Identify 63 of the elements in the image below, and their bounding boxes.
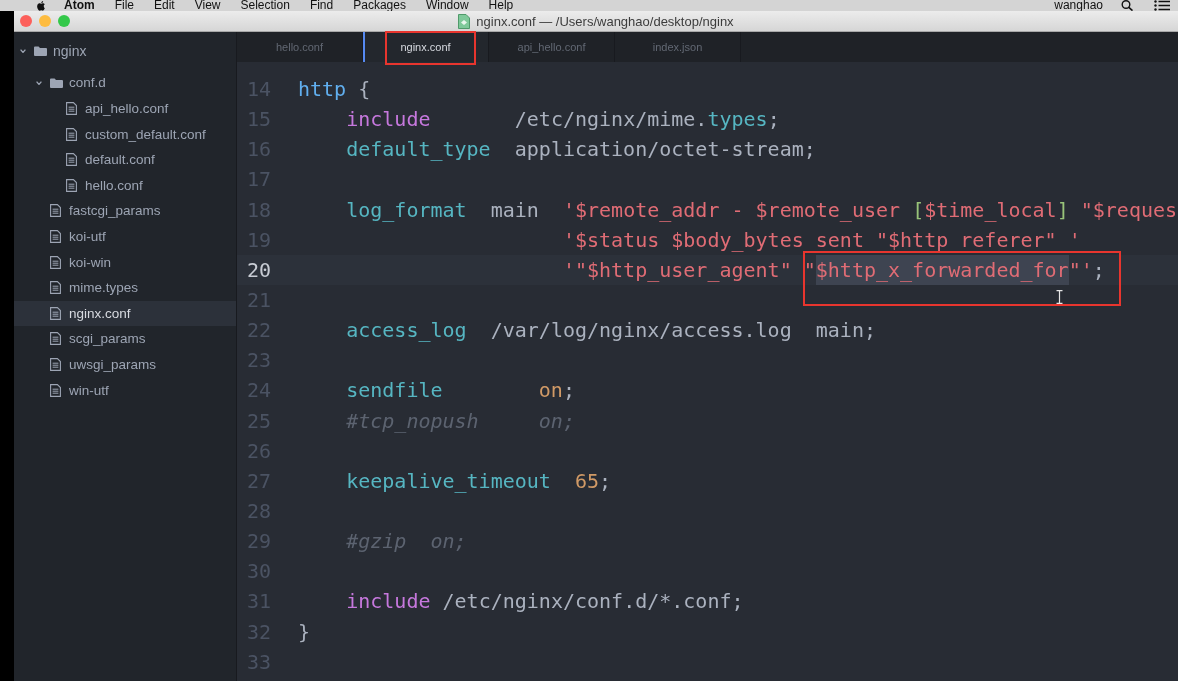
tree-item[interactable]: fastcgi_params [14, 198, 236, 224]
menu-item[interactable]: Packages [353, 0, 406, 11]
tree-item[interactable]: uwsgi_params [14, 351, 236, 378]
code-text: http { [298, 76, 371, 103]
menu-item[interactable]: Find [309, 0, 334, 11]
menu-item[interactable]: Edit [154, 0, 175, 11]
folder-icon [50, 78, 63, 88]
tab[interactable]: nginx.conf [363, 32, 489, 62]
tree-item[interactable]: koi-utf [14, 223, 236, 250]
tree-item[interactable]: api_hello.conf [14, 95, 236, 122]
file-icon [50, 255, 61, 269]
file-icon [66, 127, 77, 141]
line-number: 20 [246, 257, 271, 282]
file-icon [50, 306, 61, 320]
code-text: access_log /var/log/nginx/access.log main; [346, 317, 876, 345]
code-text: } [298, 618, 311, 646]
file-icon [50, 281, 61, 295]
folder-icon [34, 46, 47, 56]
code-text: keepalive_timeout 65; [346, 467, 612, 495]
tree-item[interactable]: nginx.conf [14, 300, 236, 327]
text-cursor-icon [1056, 290, 1063, 304]
tree-item[interactable]: nginx [14, 38, 236, 64]
file-icon [50, 204, 61, 218]
tree-item[interactable]: conf.d [14, 70, 236, 96]
code-text: #tcp_nopush on; [346, 407, 575, 435]
code-text: sendfile on; [346, 377, 575, 405]
code-text: '$status $body_bytes_sent "$http_referer" ' [562, 226, 1081, 254]
menu-item[interactable]: Atom [64, 0, 95, 11]
file-icon [50, 358, 61, 371]
search-icon[interactable] [1121, 0, 1134, 11]
file-icon [66, 102, 77, 116]
chevron-icon[interactable] [36, 81, 42, 85]
tree-item[interactable]: win-utf [14, 377, 236, 403]
selected-text: $http_x_forwarded_for [815, 254, 1069, 285]
code-text: include /etc/nginx/conf.d/*.conf; [346, 588, 744, 616]
file-icon [50, 230, 61, 244]
file-icon [66, 153, 77, 167]
code-text: '"$http_user_agent" " [562, 256, 816, 284]
file-icon [50, 383, 61, 397]
tree-item[interactable]: koi-win [14, 249, 236, 275]
code-text: log_format main '$remote_addr - $remote_user [$time_local] "$reques [346, 196, 1178, 224]
menu-item[interactable]: Selection [240, 0, 290, 11]
tree-item[interactable]: custom_default.conf [14, 121, 236, 147]
file-icon [66, 178, 77, 192]
chevron-icon[interactable] [20, 49, 26, 53]
menu-item[interactable]: Help [488, 0, 514, 11]
file-icon [50, 332, 61, 346]
code-text: #gzip on; [346, 528, 467, 556]
menu-item[interactable]: File [114, 0, 134, 11]
file-icon [458, 13, 471, 29]
tree-item[interactable]: mime.types [14, 274, 236, 301]
code-text: include /etc/nginx/mime.types; [346, 106, 780, 134]
user-name[interactable]: wanghao [1054, 0, 1103, 11]
menu-item[interactable]: Window [425, 0, 469, 11]
menu-item[interactable]: View [194, 0, 221, 11]
code-text: "'; [1068, 256, 1105, 284]
tree-item[interactable]: default.conf [14, 146, 236, 173]
tree-item[interactable]: hello.conf [14, 172, 236, 199]
tree-item[interactable]: scgi_params [14, 326, 236, 352]
code-text: default_type application/octet-stream; [346, 136, 816, 164]
window-title: nginx.conf — /Users/wanghao/desktop/nginx [476, 13, 734, 29]
list-icon[interactable] [1154, 0, 1170, 11]
apple-logo-icon[interactable] [36, 0, 46, 11]
